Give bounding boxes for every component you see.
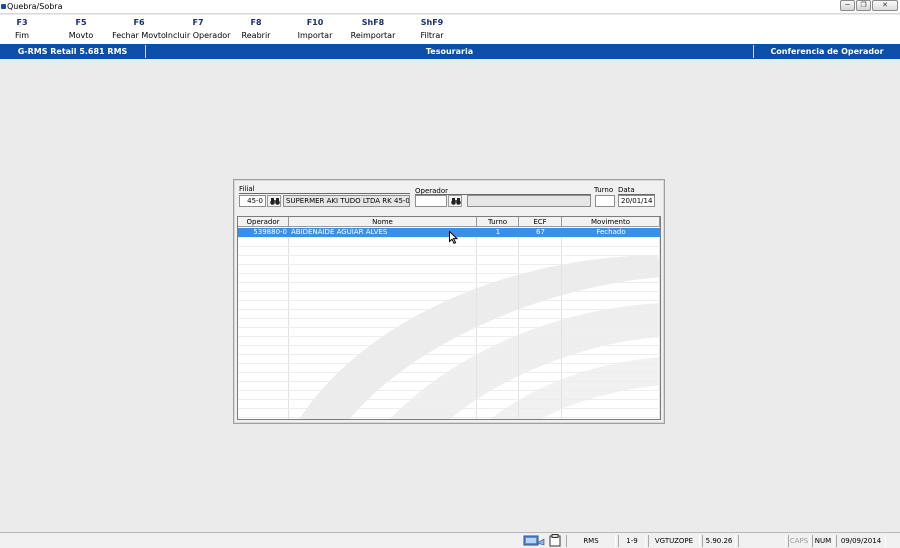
status-user: VGTUZOPE bbox=[648, 535, 700, 547]
cell-ecf: 67 bbox=[536, 228, 545, 236]
divider bbox=[239, 193, 410, 194]
app-icon bbox=[1, 4, 6, 9]
filial-label: Filial bbox=[239, 185, 255, 193]
column-header-operador[interactable]: Operador bbox=[238, 217, 289, 227]
operador-search-button[interactable] bbox=[448, 195, 462, 207]
window-controls: ─ ❐ ✕ bbox=[840, 0, 898, 12]
grid-line bbox=[238, 246, 660, 247]
turno-field[interactable] bbox=[595, 195, 615, 207]
cell-turno: 1 bbox=[495, 228, 501, 236]
close-button[interactable]: ✕ bbox=[872, 0, 898, 11]
grid-line bbox=[238, 354, 660, 355]
grid-line bbox=[238, 273, 660, 274]
screen-title: Conferencia de Operador bbox=[770, 47, 884, 56]
grid-line bbox=[238, 255, 660, 256]
filial-name-field: SUPERMER AKI TUDO LTDA RK 45-0 bbox=[283, 195, 410, 207]
cell-nome: ABIDENAIDE AGUIAR ALVES bbox=[291, 228, 388, 236]
filial-field[interactable]: 45-0 bbox=[239, 195, 266, 207]
grid-line bbox=[238, 327, 660, 328]
grid-line bbox=[238, 309, 660, 310]
grid-line bbox=[238, 417, 660, 418]
minimize-button[interactable]: ─ bbox=[840, 0, 855, 11]
status-range: 1-9 bbox=[618, 535, 646, 547]
network-icon bbox=[523, 535, 545, 546]
data-field[interactable]: 20/01/14 bbox=[618, 195, 655, 207]
filial-search-button[interactable] bbox=[267, 195, 281, 207]
status-version: 5.90.26 bbox=[702, 535, 736, 547]
cell-movimento: Fechado bbox=[596, 228, 626, 236]
status-date: 09/09/2014 bbox=[836, 535, 886, 547]
grid-line bbox=[238, 381, 660, 382]
binoculars-icon bbox=[451, 198, 461, 205]
toolbar-label: Filtrar bbox=[420, 31, 444, 40]
module-bar: G-RMS Retail 5.681 RMS Tesouraria Confer… bbox=[0, 44, 900, 59]
status-num: NUM bbox=[812, 535, 834, 547]
grid-line bbox=[238, 372, 660, 373]
toolbar-filtrar-button[interactable]: ShF9 Filtrar bbox=[397, 18, 467, 40]
status-system: RMS bbox=[566, 535, 616, 547]
grid-line bbox=[238, 408, 660, 409]
data-label: Data bbox=[618, 186, 635, 194]
grid-line bbox=[238, 399, 660, 400]
window-title: Quebra/Sobra bbox=[7, 2, 63, 11]
grid-line bbox=[238, 282, 660, 283]
function-key-toolbar: F3 Fim F5 Movto F6 Fechar Movto F7 Inclu… bbox=[0, 15, 900, 44]
status-caps: CAPS bbox=[788, 535, 810, 547]
operador-field[interactable] bbox=[415, 195, 447, 207]
column-header-nome[interactable]: Nome bbox=[289, 217, 477, 227]
column-header-movimento[interactable]: Movimento bbox=[562, 217, 660, 227]
cell-operador: 539880-0 bbox=[253, 228, 287, 236]
grid-line bbox=[238, 345, 660, 346]
binoculars-icon bbox=[270, 198, 280, 205]
grid-line bbox=[238, 300, 660, 301]
grid-header: Operador Nome Turno ECF Movimento bbox=[238, 217, 660, 227]
mouse-cursor-icon bbox=[449, 231, 458, 244]
status-empty bbox=[738, 535, 786, 547]
clipboard-icon bbox=[549, 534, 561, 547]
column-header-turno[interactable]: Turno bbox=[477, 217, 519, 227]
title-bar: Quebra/Sobra ─ ❐ ✕ bbox=[0, 0, 900, 14]
toolbar-key: ShF9 bbox=[420, 18, 444, 27]
turno-label: Turno bbox=[594, 186, 614, 194]
grid-line bbox=[238, 390, 660, 391]
conferencia-panel: Filial 45-0 SUPERMER AKI TUDO LTDA RK 45… bbox=[233, 179, 665, 424]
restore-button[interactable]: ❐ bbox=[856, 0, 871, 11]
grid-line bbox=[238, 318, 660, 319]
column-header-ecf[interactable]: ECF bbox=[519, 217, 562, 227]
operador-grid[interactable]: Operador Nome Turno ECF Movimento 539880… bbox=[237, 216, 661, 420]
status-bar: RMS 1-9 VGTUZOPE 5.90.26 CAPS NUM 09/09/… bbox=[0, 532, 900, 548]
grid-line bbox=[238, 264, 660, 265]
operador-name-field bbox=[467, 195, 591, 207]
grid-line bbox=[238, 363, 660, 364]
module-title: Tesouraria bbox=[425, 47, 474, 56]
grid-line bbox=[238, 336, 660, 337]
grid-line bbox=[238, 291, 660, 292]
app-version-label: G-RMS Retail 5.681 RMS bbox=[17, 47, 128, 56]
